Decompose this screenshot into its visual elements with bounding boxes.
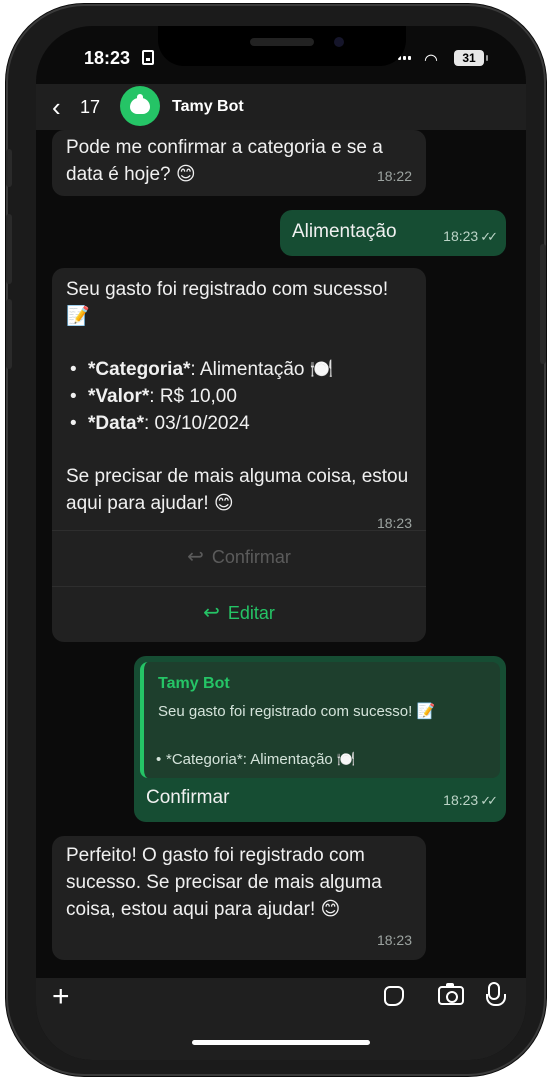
detail-value: : R$ 10,00: [149, 386, 237, 407]
incoming-message[interactable]: Pode me confirmar a categoria e se a dat…: [52, 130, 426, 196]
piggy-bank-icon: [130, 94, 150, 114]
status-time: 18:23: [84, 48, 131, 68]
plus-icon[interactable]: +: [52, 982, 70, 1012]
confirm-label: Confirmar: [211, 547, 291, 567]
avatar[interactable]: [120, 86, 160, 126]
chat-header: ‹ 17 Tamy Bot: [36, 84, 526, 130]
microphone-icon[interactable]: [486, 982, 506, 1006]
detail-key: *Categoria*: [88, 359, 191, 380]
unread-count[interactable]: 17: [80, 97, 100, 118]
message-time: 18:22: [376, 168, 412, 184]
composer-bar: +: [36, 978, 526, 1060]
list-item: *Data*: 03/10/2024: [70, 410, 416, 437]
reply-icon: ↩: [187, 546, 204, 568]
list-item: *Categoria*: Alimentação 🍽️: [70, 356, 416, 383]
message-time: 18:23: [443, 792, 479, 808]
home-indicator[interactable]: [192, 1040, 370, 1045]
message-time: 18:23: [376, 515, 412, 531]
back-chevron-icon[interactable]: ‹: [52, 92, 61, 122]
detail-key: *Data*: [88, 413, 144, 434]
message-time-wrapper: 18:23 ✓✓: [443, 787, 498, 814]
message-text: Confirmar: [146, 787, 230, 808]
list-item: *Valor*: R$ 10,00: [70, 383, 416, 410]
expense-details: *Categoria*: Alimentação 🍽️ *Valor*: R$ …: [66, 356, 416, 437]
phone-frame: 18:23 ◠ 31 ‹ 17 Tamy Bot Pode me confirm…: [6, 4, 546, 1076]
confirm-button[interactable]: ↩ Confirmar: [52, 544, 426, 571]
notch: [158, 26, 406, 66]
reply-icon: ↩: [203, 602, 220, 624]
double-check-icon: ✓✓: [480, 793, 498, 808]
contact-name[interactable]: Tamy Bot: [172, 98, 244, 116]
quoted-text: *Categoria*: Alimentação 🍽️: [156, 746, 356, 773]
message-intro: Seu gasto foi registrado com sucesso! 📝: [66, 279, 389, 327]
camera-icon[interactable]: [438, 983, 464, 1005]
detail-value: : 03/10/2024: [143, 413, 250, 434]
front-camera: [334, 37, 344, 47]
outgoing-message[interactable]: Tamy Bot Seu gasto foi registrado com su…: [134, 656, 506, 822]
message-text: Pode me confirmar a categoria e se a dat…: [66, 137, 383, 185]
quoted-author: Tamy Bot: [158, 675, 230, 692]
mute-switch: [6, 149, 12, 187]
message-time: 18:23: [376, 932, 412, 948]
message-text: Alimentação: [292, 221, 397, 242]
message-time: 18:23: [443, 228, 479, 244]
incoming-message[interactable]: Perfeito! O gasto foi registrado com suc…: [52, 836, 426, 960]
sticker-icon[interactable]: [384, 986, 404, 1006]
power-button: [540, 244, 546, 364]
message-time-wrapper: 18:23 ✓✓: [443, 223, 498, 250]
divider: [52, 530, 426, 531]
edit-button[interactable]: ↩ Editar: [52, 600, 426, 627]
quoted-message[interactable]: Tamy Bot Seu gasto foi registrado com su…: [140, 662, 500, 778]
volume-down-button: [6, 299, 12, 369]
sim-icon: [142, 50, 154, 65]
message-text: Perfeito! O gasto foi registrado com suc…: [66, 845, 382, 920]
speaker: [250, 38, 314, 46]
edit-label: Editar: [227, 603, 275, 623]
outgoing-message[interactable]: Alimentação 18:23 ✓✓: [280, 210, 506, 256]
incoming-message[interactable]: Seu gasto foi registrado com sucesso! 📝 …: [52, 268, 426, 642]
message-body: Seu gasto foi registrado com sucesso! 📝 …: [66, 276, 416, 517]
message-outro: Se precisar de mais alguma coisa, estou …: [66, 466, 409, 514]
quoted-text: Seu gasto foi registrado com sucesso! 📝: [158, 703, 436, 720]
divider: [52, 586, 426, 587]
detail-value: : Alimentação 🍽️: [190, 359, 334, 380]
volume-up-button: [6, 214, 12, 284]
message-list[interactable]: Pode me confirmar a categoria e se a dat…: [36, 130, 526, 978]
double-check-icon: ✓✓: [480, 229, 498, 244]
screen: 18:23 ◠ 31 ‹ 17 Tamy Bot Pode me confirm…: [36, 26, 526, 1060]
wifi-icon: ◠: [424, 52, 438, 69]
detail-key: *Valor*: [88, 386, 150, 407]
battery-icon: 31: [454, 50, 488, 66]
